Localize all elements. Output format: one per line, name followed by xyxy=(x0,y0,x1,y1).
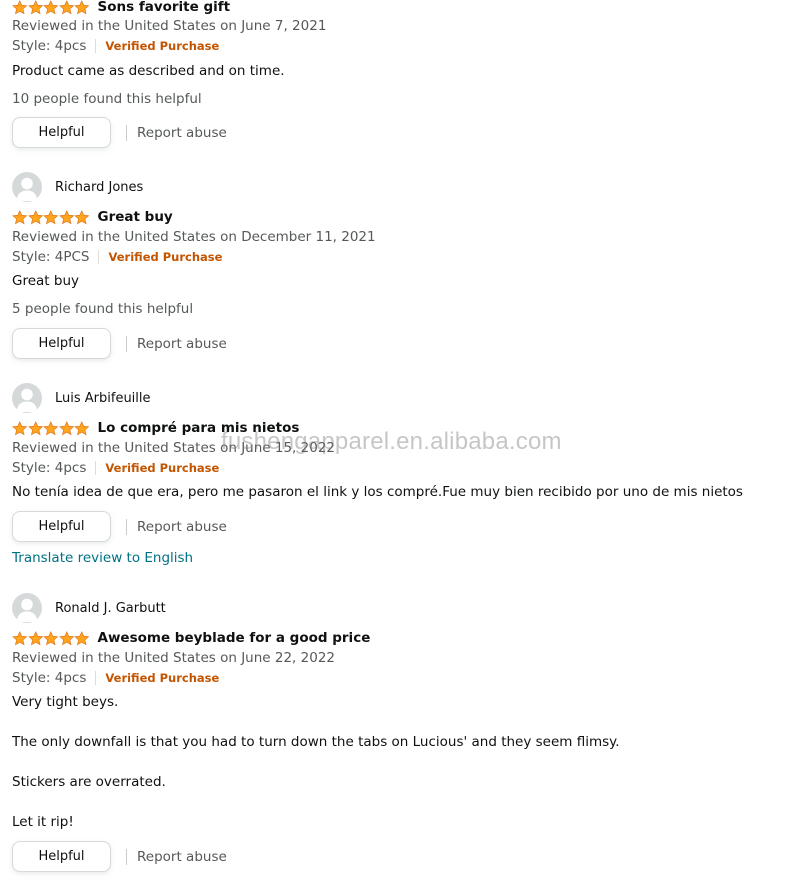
review-title[interactable]: Lo compré para mis nietos xyxy=(98,420,300,436)
report-abuse-link[interactable]: Report abuse xyxy=(137,336,227,352)
review-body-line: Let it rip! xyxy=(12,814,74,830)
avatar xyxy=(12,593,42,623)
review-date: Reviewed in the United States on June 7,… xyxy=(12,18,327,34)
avatar xyxy=(12,383,42,413)
user-silhouette-icon xyxy=(16,598,38,622)
verified-purchase-badge: Verified Purchase xyxy=(105,671,220,685)
star-icon xyxy=(43,209,59,224)
review-body: No tenía idea de que era, pero me pasaro… xyxy=(12,484,743,500)
divider xyxy=(98,250,100,264)
star-icon xyxy=(27,209,43,224)
star-rating xyxy=(12,209,90,225)
report-abuse-link[interactable]: Report abuse xyxy=(137,519,227,535)
star-icon xyxy=(58,630,74,645)
reviewer-profile[interactable]: Richard Jones xyxy=(12,172,144,202)
star-rating xyxy=(12,630,90,646)
verified-purchase-badge: Verified Purchase xyxy=(105,39,220,53)
helpful-count: 5 people found this helpful xyxy=(12,301,194,317)
review-style-line: Style: 4pcs Verified Purchase xyxy=(12,38,219,54)
report-abuse-link[interactable]: Report abuse xyxy=(137,849,227,865)
review-actions: Helpful Report abuse xyxy=(12,117,227,148)
translate-review-link[interactable]: Translate review to English xyxy=(12,550,193,566)
star-icon xyxy=(12,630,28,645)
report-abuse-link[interactable]: Report abuse xyxy=(137,125,227,141)
reviewer-name: Ronald J. Garbutt xyxy=(55,600,166,616)
helpful-count: 10 people found this helpful xyxy=(12,91,202,107)
reviewer-profile[interactable]: Luis Arbifeuille xyxy=(12,383,151,413)
review-body: Great buy xyxy=(12,273,79,289)
star-icon xyxy=(27,0,43,14)
star-icon xyxy=(27,630,43,645)
verified-purchase-badge: Verified Purchase xyxy=(108,250,223,264)
review-date: Reviewed in the United States on Decembe… xyxy=(12,229,376,245)
star-icon xyxy=(43,0,59,14)
divider xyxy=(95,39,97,53)
star-icon xyxy=(12,420,28,435)
product-style: Style: 4pcs xyxy=(12,38,87,54)
star-icon xyxy=(74,209,90,224)
reviewer-name: Richard Jones xyxy=(55,179,144,195)
product-style: Style: 4pcs xyxy=(12,460,87,476)
review-body: Product came as described and on time. xyxy=(12,63,285,79)
star-icon xyxy=(43,420,59,435)
star-rating xyxy=(12,420,90,436)
divider xyxy=(95,461,97,475)
review-title-line: Sons favorite gift xyxy=(12,0,230,16)
star-rating xyxy=(12,0,90,15)
divider xyxy=(126,518,127,535)
star-icon xyxy=(74,420,90,435)
star-icon xyxy=(27,420,43,435)
review-style-line: Style: 4pcs Verified Purchase xyxy=(12,460,219,476)
divider xyxy=(126,848,127,865)
divider xyxy=(95,671,97,685)
star-icon xyxy=(74,0,90,14)
user-silhouette-icon xyxy=(16,388,38,412)
review-body-line: Stickers are overrated. xyxy=(12,774,166,790)
divider xyxy=(126,335,127,352)
review-title[interactable]: Great buy xyxy=(98,209,173,225)
star-icon xyxy=(74,630,90,645)
star-icon xyxy=(12,0,28,14)
product-style: Style: 4PCS xyxy=(12,249,90,265)
star-icon xyxy=(12,209,28,224)
star-icon xyxy=(58,420,74,435)
helpful-button[interactable]: Helpful xyxy=(12,328,111,359)
verified-purchase-badge: Verified Purchase xyxy=(105,461,220,475)
star-icon xyxy=(58,0,74,14)
helpful-button[interactable]: Helpful xyxy=(12,117,111,148)
review-title-line: Great buy xyxy=(12,208,173,226)
review-actions: Helpful Report abuse xyxy=(12,328,227,359)
user-silhouette-icon xyxy=(16,177,38,201)
review-title[interactable]: Sons favorite gift xyxy=(98,0,231,15)
review-title-line: Awesome beyblade for a good price xyxy=(12,629,370,647)
review-style-line: Style: 4pcs Verified Purchase xyxy=(12,670,219,686)
review-date: Reviewed in the United States on June 15… xyxy=(12,440,335,456)
review-actions: Helpful Report abuse xyxy=(12,841,227,872)
review-style-line: Style: 4PCS Verified Purchase xyxy=(12,249,222,265)
avatar xyxy=(12,172,42,202)
review-actions: Helpful Report abuse xyxy=(12,511,227,542)
reviewer-profile[interactable]: Ronald J. Garbutt xyxy=(12,593,166,623)
helpful-button[interactable]: Helpful xyxy=(12,511,111,542)
reviewer-name: Luis Arbifeuille xyxy=(55,390,151,406)
review-title[interactable]: Awesome beyblade for a good price xyxy=(98,630,371,646)
review-body-line: The only downfall is that you had to tur… xyxy=(12,734,620,750)
product-style: Style: 4pcs xyxy=(12,670,87,686)
review-date: Reviewed in the United States on June 22… xyxy=(12,650,335,666)
review-body-line: Very tight beys. xyxy=(12,694,119,710)
review-title-line: Lo compré para mis nietos xyxy=(12,419,299,437)
star-icon xyxy=(58,209,74,224)
star-icon xyxy=(43,630,59,645)
helpful-button[interactable]: Helpful xyxy=(12,841,111,872)
divider xyxy=(126,124,127,141)
